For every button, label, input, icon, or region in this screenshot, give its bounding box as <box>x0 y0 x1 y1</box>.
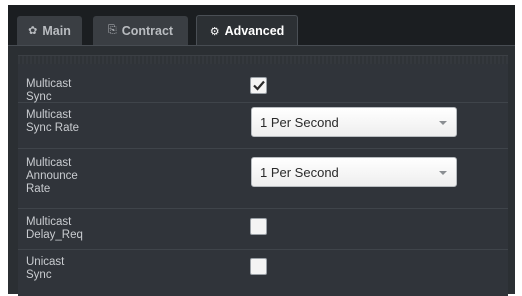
multicast-announce-rate-label: Multicast Announce Rate <box>26 157 78 195</box>
setting-row-multicast-announce-rate: Multicast Announce Rate 1 Per Second <box>18 148 508 209</box>
multicast-sync-rate-value: 1 Per Second <box>260 115 339 130</box>
multicast-announce-rate-select[interactable]: 1 Per Second <box>251 157 457 187</box>
setting-row-multicast-sync-rate: Multicast Sync Rate 1 Per Second <box>18 102 508 149</box>
setting-row-multicast-sync: Multicast Sync <box>18 64 508 103</box>
unicast-sync-label: Unicast Sync <box>26 256 65 281</box>
gears-icon: ⚙ <box>209 25 220 38</box>
settings-list: Multicast Sync Multicast Sync Rate 1 Per… <box>18 64 508 296</box>
tab-contract[interactable]: ⎘ Contract <box>93 16 188 45</box>
multicast-sync-checkbox[interactable] <box>250 77 267 94</box>
tab-bar: ✿ Main ⎘ Contract ⚙ Advanced <box>8 5 515 46</box>
unicast-sync-checkbox[interactable] <box>250 258 267 275</box>
gear-icon: ✿ <box>28 25 38 37</box>
tab-main[interactable]: ✿ Main <box>17 16 82 45</box>
multicast-delay-req-checkbox[interactable] <box>250 218 267 235</box>
multicast-sync-label: Multicast Sync <box>26 78 72 103</box>
setting-row-unicast-sync: Unicast Sync <box>18 249 508 296</box>
multicast-announce-rate-value: 1 Per Second <box>260 165 339 180</box>
checkmark-icon <box>253 80 265 91</box>
multicast-sync-rate-label: Multicast Sync Rate <box>26 109 80 134</box>
multicast-sync-rate-select[interactable]: 1 Per Second <box>251 107 457 137</box>
advanced-panel: Multicast Sync Multicast Sync Rate 1 Per… <box>8 45 515 296</box>
tab-contract-label: Contract <box>121 23 174 38</box>
tab-advanced[interactable]: ⚙ Advanced <box>196 15 298 46</box>
setting-row-multicast-delay-req: Multicast Delay_Req <box>18 208 508 250</box>
tab-main-label: Main <box>42 23 71 38</box>
multicast-delay-req-label: Multicast Delay_Req <box>26 216 83 241</box>
tab-advanced-label: Advanced <box>224 24 285 38</box>
chevron-down-icon <box>439 121 447 125</box>
settings-window: ✿ Main ⎘ Contract ⚙ Advanced Multicast S… <box>8 5 515 296</box>
document-icon: ⎘ <box>107 24 117 36</box>
chevron-down-icon <box>439 171 447 175</box>
